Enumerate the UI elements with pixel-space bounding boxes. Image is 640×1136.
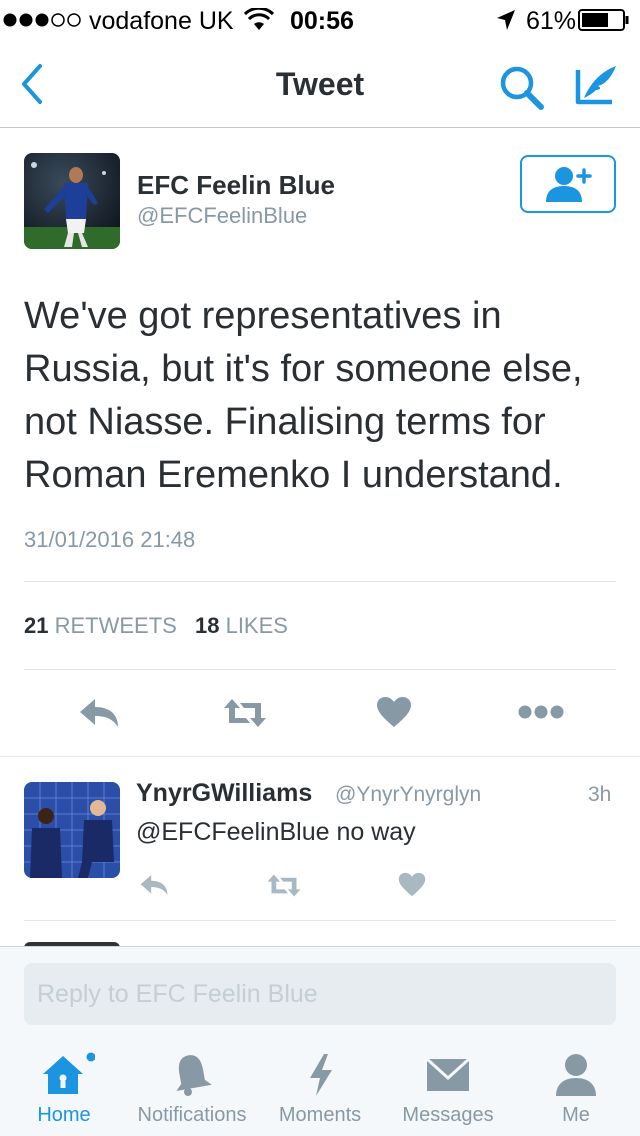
author-avatar[interactable] <box>24 153 120 249</box>
carrier-name: vodafone UK <box>89 7 234 35</box>
retweet-icon[interactable] <box>222 697 268 729</box>
likes-count[interactable]: 18 <box>195 613 219 638</box>
tweet-stats: 21 RETWEETS 18 LIKES <box>24 613 288 639</box>
envelope-icon <box>426 1058 470 1091</box>
divider <box>24 581 616 582</box>
tab-home-label: Home <box>37 1104 91 1126</box>
reply-icon[interactable] <box>78 696 120 730</box>
divider <box>24 669 616 670</box>
reply-author-handle[interactable]: @YnyrYnyrglyn <box>335 783 481 807</box>
tab-me-label: Me <box>562 1104 590 1126</box>
reply-icon[interactable] <box>138 873 170 897</box>
tab-home[interactable]: Home <box>14 1036 114 1136</box>
reply-input[interactable] <box>24 963 616 1025</box>
search-icon[interactable] <box>498 64 546 110</box>
like-heart-icon[interactable] <box>398 872 426 897</box>
tab-messages[interactable]: Messages <box>392 1036 504 1136</box>
status-time: 00:56 <box>290 7 354 35</box>
navigation-bar: Tweet <box>0 40 640 128</box>
tab-moments[interactable]: Moments <box>270 1036 370 1136</box>
follow-button[interactable] <box>520 155 616 213</box>
battery-percentage: 61% <box>526 7 577 35</box>
person-icon <box>556 1054 596 1096</box>
tab-bar: Home Notifications Moments Messages Me <box>0 1036 640 1136</box>
battery-icon <box>578 9 629 31</box>
tab-notifications-label: Notifications <box>137 1104 247 1126</box>
reply-timestamp: 3h <box>588 783 612 806</box>
retweet-icon[interactable] <box>266 873 302 898</box>
home-icon <box>43 1052 95 1094</box>
likes-label[interactable]: LIKES <box>226 613 288 638</box>
author-name[interactable]: EFC Feelin Blue <box>137 170 335 201</box>
reply-text: @EFCFeelinBlue no way <box>136 818 416 846</box>
bell-icon <box>176 1055 212 1096</box>
more-options-icon[interactable] <box>518 704 564 720</box>
tab-notifications[interactable]: Notifications <box>128 1036 256 1136</box>
divider <box>0 756 640 757</box>
status-bar: vodafone UK 00:56 61% <box>0 0 640 40</box>
compose-tweet-icon[interactable] <box>572 62 620 108</box>
location-arrow-icon <box>497 10 515 30</box>
tab-me[interactable]: Me <box>534 1036 618 1136</box>
signal-strength-icon <box>2 8 82 32</box>
reply-composer <box>0 946 640 1036</box>
add-user-icon <box>546 167 592 202</box>
divider <box>24 920 616 921</box>
author-handle[interactable]: @EFCFeelinBlue <box>137 203 307 229</box>
tweet-text: We've got representatives in Russia, but… <box>24 295 583 496</box>
wifi-icon <box>244 8 274 30</box>
like-heart-icon[interactable] <box>376 696 412 728</box>
retweets-label[interactable]: RETWEETS <box>55 613 177 638</box>
tweet-timestamp: 31/01/2016 21:48 <box>24 527 196 552</box>
lightning-icon <box>310 1054 332 1096</box>
reply-author-avatar[interactable] <box>24 782 120 878</box>
tab-messages-label: Messages <box>402 1104 494 1126</box>
retweets-count[interactable]: 21 <box>24 613 48 638</box>
reply-author-name[interactable]: YnyrGWilliams <box>136 779 312 808</box>
tab-moments-label: Moments <box>278 1104 362 1126</box>
